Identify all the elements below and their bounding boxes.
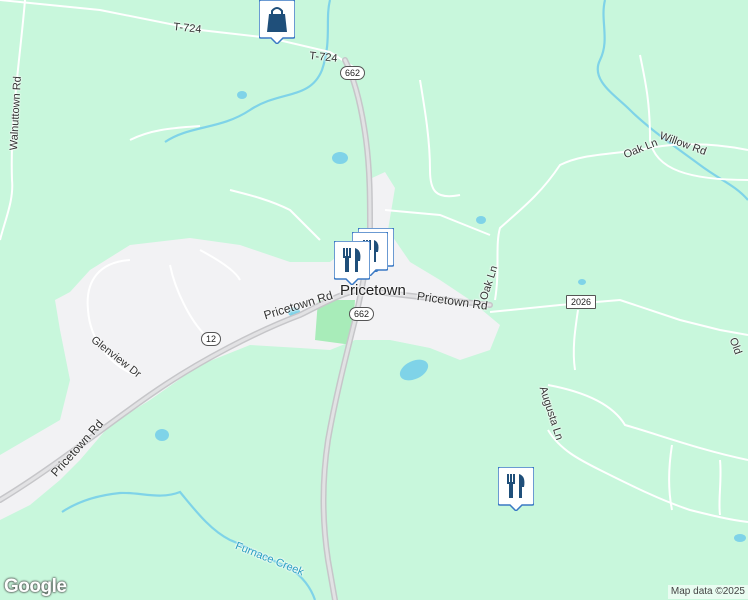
road — [718, 459, 722, 516]
map-base-layer — [0, 0, 748, 600]
pond — [155, 429, 169, 441]
stream — [596, 0, 748, 201]
road — [572, 309, 579, 371]
restaurant-icon — [334, 241, 370, 285]
road — [547, 384, 748, 461]
shopping-marker[interactable] — [259, 0, 295, 44]
road — [489, 298, 748, 336]
shopping-bag-icon — [259, 0, 295, 44]
pond — [237, 91, 247, 99]
google-logo: Google — [4, 576, 67, 597]
road — [668, 444, 673, 511]
restaurant-marker[interactable] — [498, 467, 534, 511]
road — [129, 125, 201, 141]
road — [547, 429, 748, 523]
pond — [734, 534, 746, 542]
road — [419, 79, 461, 198]
road — [229, 189, 321, 241]
furnace-creek-stream — [61, 490, 317, 600]
road — [494, 143, 748, 301]
road — [0, 0, 356, 69]
map-attribution[interactable]: Map data ©2025 — [667, 585, 748, 599]
road — [384, 209, 491, 236]
pond — [578, 279, 586, 285]
restaurant-marker[interactable] — [334, 241, 370, 285]
route-shield-662: 662 — [340, 66, 366, 80]
pond — [332, 152, 348, 164]
pond — [476, 216, 486, 224]
stream — [164, 0, 332, 143]
urban-area — [0, 172, 500, 520]
pond — [399, 359, 429, 381]
route-shield-12: 12 — [201, 332, 222, 346]
route-shield-662: 662 — [349, 307, 375, 321]
restaurant-icon — [498, 467, 534, 511]
route-shield-2026: 2026 — [566, 295, 597, 309]
map-canvas[interactable]: T-724 T-724 Walnuttown Rd Oak Ln Willow … — [0, 0, 748, 600]
